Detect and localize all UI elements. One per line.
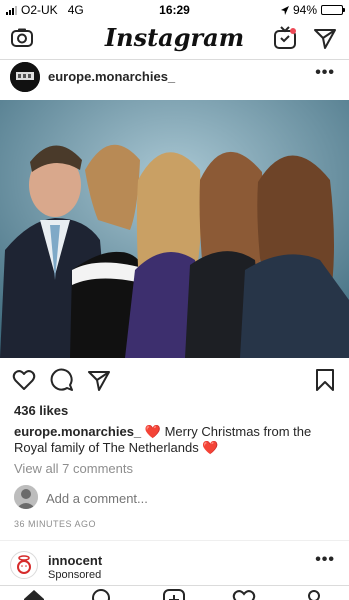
innocent-avatar[interactable] <box>10 551 38 579</box>
profile-icon[interactable] <box>302 588 326 600</box>
share-icon[interactable] <box>87 368 111 397</box>
post-photo[interactable] <box>0 100 349 358</box>
search-icon[interactable] <box>91 588 115 600</box>
battery-percent: 94% <box>292 3 317 17</box>
add-comment-input[interactable] <box>46 491 296 506</box>
post-author-avatar[interactable] <box>10 62 40 92</box>
bookmark-icon[interactable] <box>314 368 336 397</box>
home-icon[interactable] <box>22 588 46 600</box>
post-actions-bar <box>0 366 349 396</box>
next-post-header: innocent Sponsored ••• <box>0 540 349 585</box>
sponsored-label: Sponsored <box>48 569 102 581</box>
view-all-comments-link[interactable]: View all 7 comments <box>14 461 133 476</box>
post-caption: europe.monarchies_ ❤️ Merry Christmas fr… <box>14 424 334 456</box>
activity-icon[interactable] <box>232 588 256 600</box>
next-post-username[interactable]: innocent <box>48 553 102 568</box>
comment-icon[interactable] <box>50 368 74 397</box>
next-post-options-button[interactable]: ••• <box>315 551 335 569</box>
new-post-icon[interactable] <box>162 588 186 600</box>
post-author-username[interactable]: europe.monarchies_ <box>48 69 175 84</box>
top-navigation-bar: Instagram <box>0 20 349 60</box>
royal-family-portrait-image <box>0 100 349 358</box>
like-icon[interactable] <box>12 368 36 397</box>
post-options-button[interactable]: ••• <box>315 64 335 82</box>
caption-heart-emoji: ❤️ <box>144 424 161 439</box>
likes-count[interactable]: 436 likes <box>14 403 68 418</box>
bottom-tab-bar <box>0 585 349 600</box>
status-right: 94% <box>280 3 345 17</box>
location-arrow-icon <box>280 5 289 15</box>
direct-message-icon[interactable] <box>313 26 337 55</box>
battery-icon <box>321 5 345 15</box>
post-timestamp: 36 MINUTES AGO <box>14 519 97 529</box>
caption-heart-emoji-end: ❤️ <box>202 440 219 455</box>
post-header: europe.monarchies_ ••• <box>0 60 349 100</box>
caption-username[interactable]: europe.monarchies_ <box>14 424 141 439</box>
igtv-icon[interactable] <box>273 26 297 55</box>
current-user-avatar <box>14 485 38 509</box>
add-comment-row <box>14 485 334 511</box>
status-bar: O2-UK 4G 16:29 94% <box>0 0 349 20</box>
